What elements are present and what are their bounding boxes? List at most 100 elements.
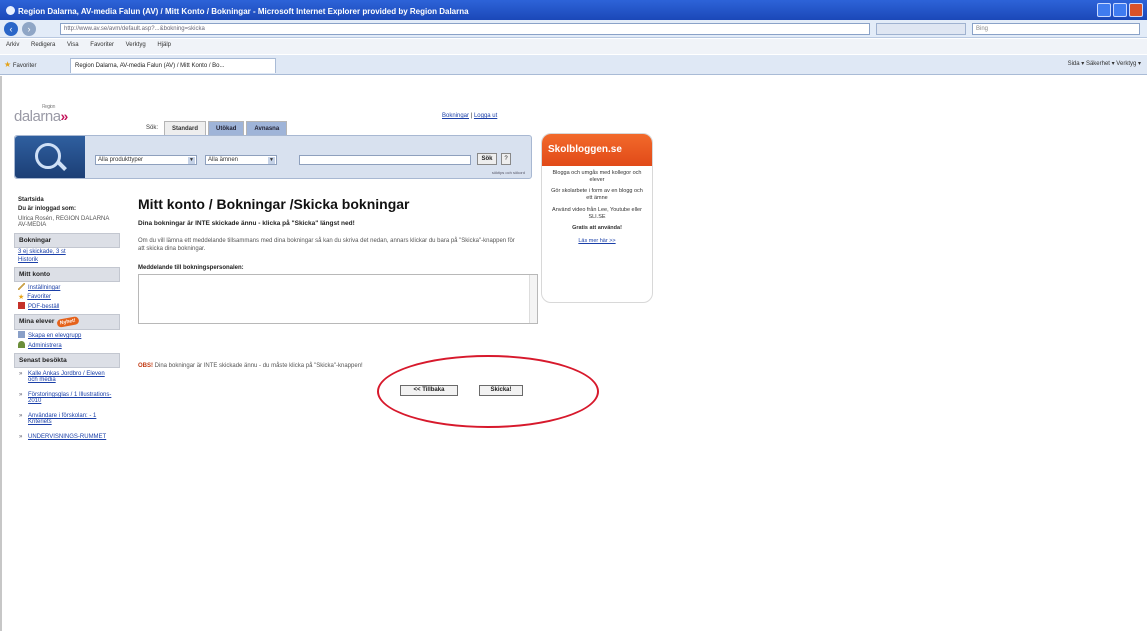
chevron-down-icon: ▼ — [268, 157, 275, 164]
administrera-link[interactable]: Administrera — [28, 343, 62, 349]
search-emblem — [15, 136, 85, 178]
main-content: Mitt konto / Bokningar /Skicka bokningar… — [138, 196, 538, 396]
history-item[interactable]: Förstoringsglas / 1 Illustrations- 2010 — [14, 389, 120, 410]
history-item[interactable]: Kalle Ankas Jordbro / Eleven och media — [14, 368, 120, 389]
message-label: Meddelande till bokningspersonalen: — [138, 265, 244, 272]
menu-favoriter[interactable]: Favoriter — [90, 42, 114, 48]
ad-line3: Använd video från Lee, Youtube eller SLI… — [552, 206, 642, 220]
mitt-konto-heading: Mitt konto — [14, 267, 120, 282]
subject-value: Alla ämnen — [208, 157, 239, 163]
search-button[interactable]: Sök — [477, 153, 497, 165]
back-nav-icon[interactable]: ‹ — [4, 22, 18, 36]
mina-elever-label: Mina elever — [19, 318, 55, 325]
dalarna-logo[interactable]: dalarna» Region — [14, 104, 69, 125]
history-item[interactable]: UNDERVISNINGS-RUMMET — [14, 431, 120, 446]
ad-banner: Skolbloggen.se — [542, 134, 652, 166]
magnifier-handle — [57, 161, 67, 171]
nyhet-badge: Nyhet! — [56, 316, 80, 328]
product-type-value: Alla produkttyper — [98, 157, 144, 163]
installningar-link[interactable]: Inställningar — [28, 285, 60, 291]
favorites-label: Favoriter — [12, 63, 37, 69]
address-row: ‹ › http://www.av.se/avm/default.asp?...… — [0, 20, 1147, 38]
magnifier-icon — [35, 143, 61, 169]
history-link[interactable]: Kalle Ankas Jordbro / Eleven och media — [28, 371, 105, 383]
pencil-icon — [18, 331, 25, 338]
startsida-link[interactable]: Startsida — [14, 195, 120, 205]
minimize-button[interactable] — [1097, 3, 1111, 17]
menu-hjalp[interactable]: Hjälp — [157, 42, 171, 48]
skolbloggen-ad[interactable]: Skolbloggen.se Blogga och umgås med koll… — [541, 133, 653, 303]
window-titlebar: Region Dalarna, AV-media Falun (AV) / Mi… — [0, 0, 1147, 20]
installningar-item[interactable]: Inställningar — [14, 282, 120, 292]
bokningar-heading: Bokningar — [14, 233, 120, 248]
logo-chevrons-icon: » — [60, 108, 69, 124]
tab-avnasna[interactable]: Avnasna — [246, 121, 288, 135]
pdf-item[interactable]: PDF-beställ — [14, 301, 120, 311]
star-icon: ★ — [18, 294, 25, 301]
chevron-down-icon: ▼ — [188, 157, 195, 164]
ej-skickade-link[interactable]: 3 ej skickade, 3 st — [14, 248, 120, 256]
window-title: Region Dalarna, AV-media Falun (AV) / Mi… — [18, 7, 469, 16]
favoriter-item[interactable]: ★ Favoriter — [14, 292, 120, 301]
favorites-button[interactable]: ★ Favoriter — [4, 60, 37, 69]
help-button[interactable]: ? — [501, 153, 511, 165]
forward-nav-icon[interactable]: › — [22, 22, 36, 36]
star-icon: ★ — [4, 60, 12, 69]
tab-standard[interactable]: Standard — [164, 121, 207, 135]
product-type-select[interactable]: Alla produkttyper ▼ — [95, 155, 197, 165]
pdf-link[interactable]: PDF-beställ — [28, 304, 59, 310]
obs-text: Dina bokningar är INTE skickade ännu - d… — [154, 363, 363, 369]
maximize-button[interactable] — [1113, 3, 1127, 17]
skapa-elevgrupp-link[interactable]: Skapa en elevgrupp — [28, 333, 81, 339]
history-link[interactable]: Användare i förskolan: - 1 Kriteriets — [28, 413, 96, 425]
instructions-paragraph: Om du vill lämna ett meddelande tillsamm… — [138, 238, 515, 253]
ad-read-more-link[interactable]: Läs mer här >> — [542, 232, 652, 244]
obs-label: OBS! — [138, 363, 153, 369]
menu-visa[interactable]: Visa — [67, 42, 79, 48]
user-name: Ulrica Rosén, REGION DALARNA AV-MEDIA — [18, 216, 110, 228]
refresh-stop-group[interactable] — [876, 23, 966, 35]
skapa-elevgrupp-item[interactable]: Skapa en elevgrupp — [14, 330, 120, 340]
ad-line2: Gör skolarbete i form av en blogg och et… — [551, 188, 643, 202]
administrera-item[interactable]: Administrera — [14, 340, 120, 350]
search-band: Alla produkttyper ▼ Alla ämnen ▼ Sök ? sök… — [14, 135, 532, 179]
message-textarea[interactable] — [138, 274, 538, 325]
bokningar-link[interactable]: Bokningar — [442, 113, 469, 119]
ie-icon — [6, 6, 15, 15]
window-controls — [1097, 3, 1143, 17]
address-bar[interactable]: http://www.av.se/avm/default.asp?...&bok… — [60, 23, 870, 35]
top-links: Bokningar | Logga ut — [442, 113, 498, 119]
search-input[interactable] — [299, 155, 471, 165]
search-tabs: Sök: Standard Utökad Avnasna — [142, 121, 288, 135]
menu-arkiv[interactable]: Arkiv — [6, 42, 19, 48]
pen-icon — [18, 283, 25, 290]
page-title: Mitt konto / Bokningar /Skicka bokningar — [138, 196, 410, 212]
menu-verktyg[interactable]: Verktyg — [126, 42, 146, 48]
tab-label-sok: Sök: — [146, 125, 159, 131]
browser-search-input[interactable]: Bing — [972, 23, 1140, 35]
senast-besokta-heading: Senast besökta — [14, 353, 120, 368]
command-bar[interactable]: Sida ▾ Säkerhet ▾ Verktyg ▾ — [1068, 60, 1141, 67]
advanced-search-link[interactable]: söktips och sökord — [492, 170, 525, 175]
browser-tab[interactable]: Region Dalarna, AV-media Falun (AV) / Mi… — [70, 58, 276, 73]
logged-in-label: Du är inloggad som: — [18, 206, 77, 212]
close-button[interactable] — [1129, 3, 1143, 17]
pdf-icon — [18, 302, 25, 309]
logout-link[interactable]: Logga ut — [474, 113, 497, 119]
subject-select[interactable]: Alla ämnen ▼ — [205, 155, 277, 165]
left-sidebar: Startsida Du är inloggad som: Ulrica Ros… — [14, 195, 120, 446]
menu-bar: Arkiv Redigera Visa Favoriter Verktyg Hj… — [0, 39, 1147, 54]
ad-line4: Gratis att använda! — [572, 224, 622, 231]
historik-link[interactable]: Historik — [14, 256, 120, 264]
warning-subheading: Dina bokningar är INTE skickade ännu - k… — [138, 220, 355, 227]
tab-utokad[interactable]: Utökad — [208, 121, 245, 135]
menu-redigera[interactable]: Redigera — [31, 42, 55, 48]
highlight-circle — [377, 355, 599, 428]
textarea-scrollbar[interactable] — [529, 275, 537, 324]
mina-elever-heading: Mina elever Nyhet! — [14, 314, 120, 330]
history-link[interactable]: UNDERVISNINGS-RUMMET — [28, 434, 106, 440]
history-item[interactable]: Användare i förskolan: - 1 Kriteriets — [14, 410, 120, 431]
history-link[interactable]: Förstoringsglas / 1 Illustrations- 2010 — [28, 392, 111, 404]
ad-line1: Blogga och umgås med kollegor och elever — [552, 170, 642, 184]
favoriter-link[interactable]: Favoriter — [27, 294, 51, 300]
